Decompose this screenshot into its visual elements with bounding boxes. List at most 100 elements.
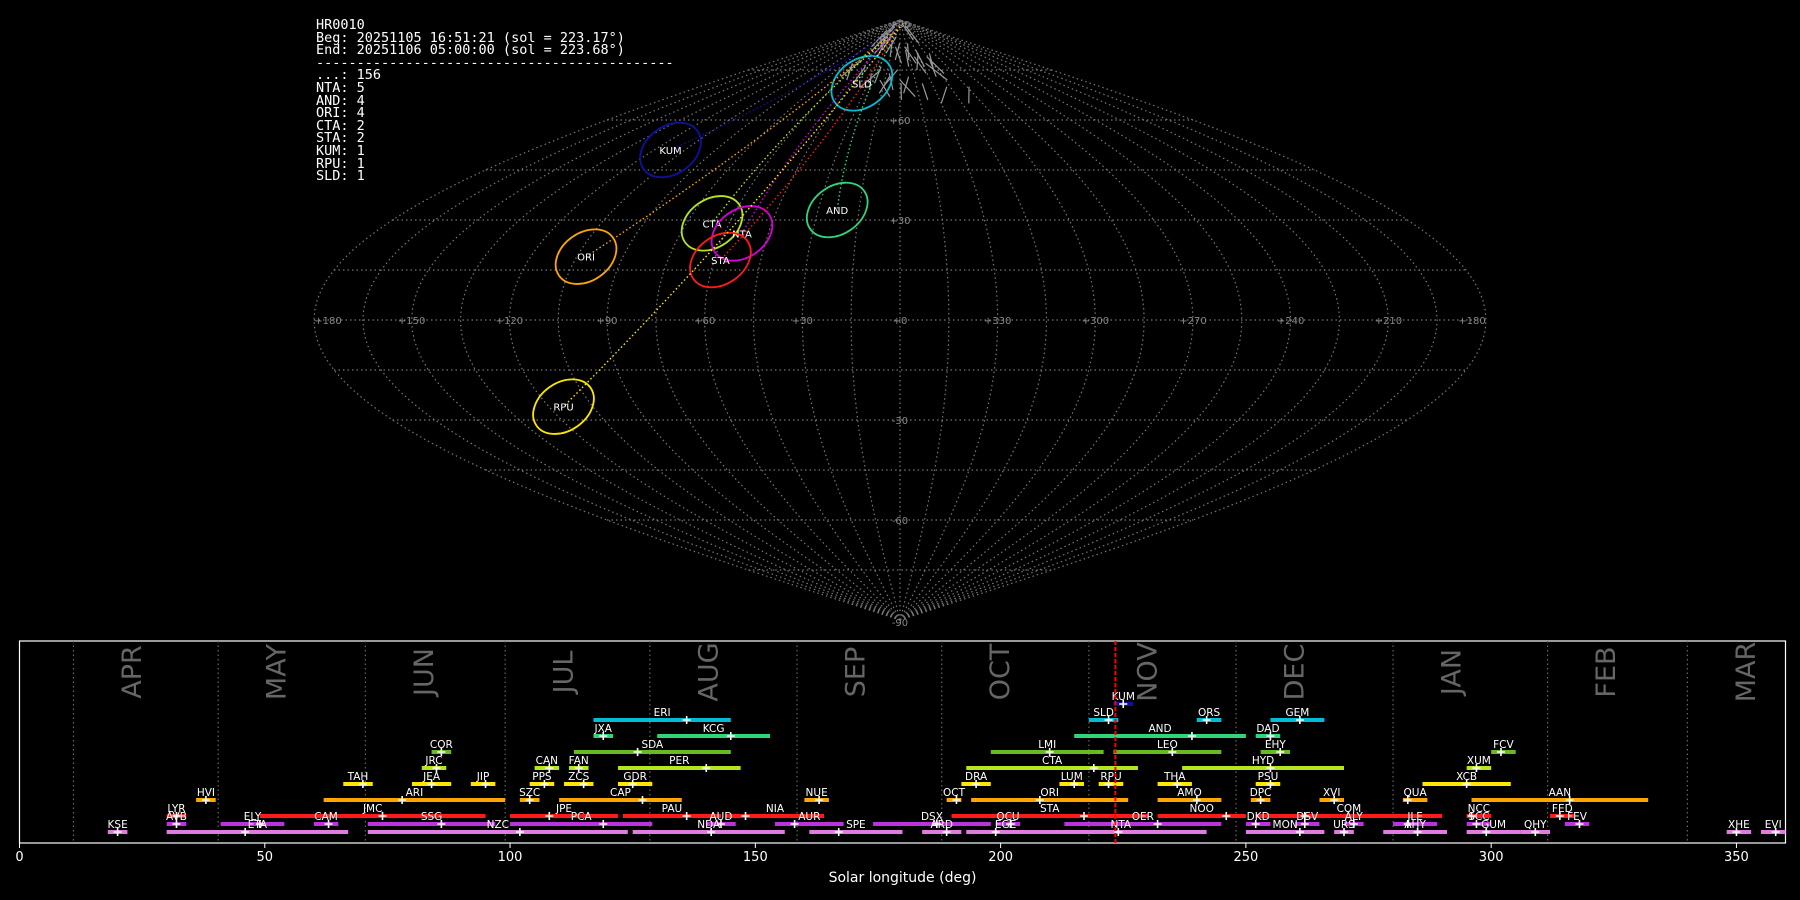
shower-label: JLE — [1406, 811, 1423, 823]
shower-peak-marker — [1173, 780, 1182, 788]
shower-ehy: EHY — [1260, 739, 1291, 756]
shower-peak-marker — [1403, 796, 1412, 804]
radiant-label: RPU — [553, 403, 573, 414]
shower-peak-marker — [172, 820, 181, 828]
shower-peak-marker — [1266, 780, 1275, 788]
shower-peak-marker — [241, 828, 250, 836]
shower-urs: URS — [1333, 819, 1355, 836]
shower-peak-marker — [358, 780, 367, 788]
radiant-label: SLD — [852, 79, 872, 90]
shower-pca: PCA — [510, 811, 653, 828]
shower-peak-marker — [942, 828, 951, 836]
longitude-tick-label: +90 — [596, 316, 617, 327]
shower-peak-marker — [515, 828, 524, 836]
shower-jip: JIP — [470, 771, 496, 788]
month-label: OCT — [985, 643, 1016, 700]
shower-label: SZC — [519, 787, 540, 799]
shower-peak-marker — [1006, 820, 1015, 828]
radiant-sky-map: +180 +150 +120 +90 +60 +30 +0 +330 +300 +270 +240 +… — [313, 19, 1487, 629]
longitude-tick-label: +270 — [1179, 316, 1206, 327]
shower-label: AUR — [798, 811, 820, 823]
shower-label: LUM — [1061, 771, 1083, 783]
shower-gdr: GDR — [617, 771, 653, 788]
longitude-tick-label: +240 — [1277, 316, 1304, 327]
x-tick-label: 200 — [988, 850, 1013, 865]
shower-peak-marker — [1300, 812, 1309, 820]
shower-com: COM — [1255, 803, 1443, 820]
shower-peak-marker — [932, 820, 941, 828]
shower-label: GDR — [623, 771, 647, 783]
shower-label: MON — [1273, 819, 1298, 831]
longitude-tick-label: +30 — [792, 316, 813, 327]
shower-label: DAD — [1256, 723, 1279, 735]
shower-peak-marker — [1467, 812, 1476, 820]
longitude-tick-label: +150 — [398, 316, 425, 327]
shower-peak-marker — [1732, 828, 1741, 836]
shower-peak-marker — [324, 820, 333, 828]
shower-label: JRC — [424, 755, 442, 767]
radiant-label: STA — [711, 256, 730, 267]
meteor-trail — [940, 86, 948, 104]
shower-label: AVB — [166, 811, 187, 823]
shower-xvi: XVI — [1319, 787, 1344, 804]
shower-label: XUM — [1467, 755, 1491, 767]
shower-xcb: XCB — [1422, 771, 1511, 788]
shower-xhe: XHE — [1726, 819, 1752, 836]
shower-jmc: JMC — [259, 803, 486, 820]
shower-label: EGE — [995, 819, 1016, 831]
longitude-tick-label: +0 — [893, 316, 908, 327]
shower-cta: CTA — [966, 755, 1138, 772]
shower-peak-marker — [545, 764, 554, 772]
shower-label: NDA — [697, 819, 721, 831]
shower-peak-marker — [1266, 764, 1275, 772]
shower-peak-marker — [702, 764, 711, 772]
shower-cap: CAP — [559, 787, 682, 804]
shower-scc: SCC — [1466, 811, 1492, 828]
shower-can: CAN — [534, 755, 560, 772]
shower-label: ORI — [1040, 787, 1059, 799]
shower-peak-marker — [1266, 732, 1275, 740]
meridian-line — [411, 19, 901, 621]
shower-label: NUE — [806, 787, 828, 799]
shower-label: COR — [430, 739, 453, 751]
shower-lyr: LYR — [166, 803, 187, 820]
shower-label: JIP — [476, 771, 490, 783]
meteor-trail — [871, 29, 888, 48]
shower-label: XCB — [1456, 771, 1477, 783]
shower-peak-marker — [1192, 796, 1201, 804]
shower-aur: AUR — [774, 811, 844, 828]
shower-label: CTA — [1042, 755, 1063, 767]
shower-leo: LEO — [1113, 739, 1222, 756]
shower-lmi: LMI — [990, 739, 1104, 756]
shower-label: KUM — [1112, 691, 1135, 703]
shower-peak-marker — [1565, 796, 1574, 804]
shower-peak-marker — [525, 796, 534, 804]
month-label: MAR — [1731, 642, 1762, 703]
shower-eta: ETA — [166, 819, 349, 836]
meteor-trails — [840, 22, 970, 104]
latitude-tick-label: -60 — [892, 516, 908, 527]
shower-label: CAP — [610, 787, 631, 799]
shower-hvi: HVI — [196, 787, 216, 804]
shower-peak-marker — [682, 812, 691, 820]
shower-sda: SDA — [573, 739, 731, 756]
shower-eri: ERI — [593, 707, 731, 724]
shower-jxa: JXA — [593, 723, 614, 740]
shower-ori: ORI — [971, 787, 1129, 804]
shower-peak-marker — [633, 748, 642, 756]
meteor-trail — [889, 39, 894, 57]
shower-and: AND — [1074, 723, 1246, 740]
meridian-line — [752, 19, 901, 621]
shower-tha: THA — [1157, 771, 1192, 788]
shower-label: FEV — [1567, 811, 1588, 823]
shower-label: DSV — [1296, 811, 1319, 823]
shower-peak-marker — [427, 780, 436, 788]
x-tick-label: 350 — [1724, 850, 1749, 865]
shower-ssg: SSG — [367, 811, 496, 828]
shower-label: DKD — [1247, 811, 1270, 823]
shower-peak-marker — [1089, 764, 1098, 772]
shower-ely: ELY — [220, 811, 285, 828]
shower-fev: FEV — [1564, 811, 1590, 828]
shower-label: DRA — [965, 771, 988, 783]
shower-label: LMI — [1038, 739, 1056, 751]
